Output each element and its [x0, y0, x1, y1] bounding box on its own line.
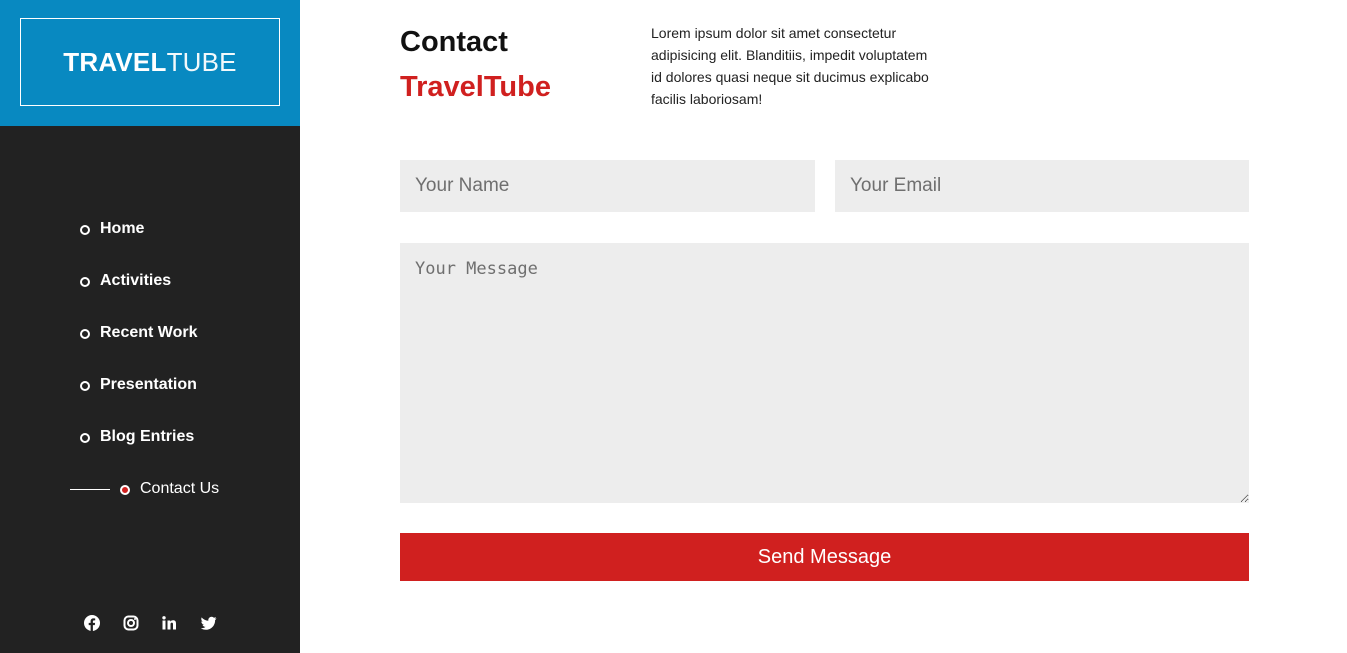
nav-item-label: Activities: [100, 272, 172, 289]
nav-item-home[interactable]: Home: [0, 204, 300, 256]
name-input[interactable]: [400, 160, 815, 212]
brand-bar: TRAVEL TUBE: [0, 0, 300, 126]
nav-item-presentation[interactable]: Presentation: [0, 360, 300, 412]
nav-item-blog-entries[interactable]: Blog Entries: [0, 412, 300, 464]
nav-item-label: Blog Entries: [100, 428, 195, 445]
page-subtitle: TravelTube: [400, 71, 551, 103]
message-textarea[interactable]: [400, 243, 1249, 503]
twitter-icon[interactable]: [197, 612, 219, 634]
nav-item-label: Presentation: [100, 376, 197, 393]
nav-item-contact-us[interactable]: Contact Us: [0, 464, 300, 516]
nav-item-label: Recent Work: [100, 324, 198, 341]
bullet-icon: [80, 277, 90, 287]
email-input[interactable]: [835, 160, 1249, 212]
active-bullet-icon: [120, 485, 130, 495]
nav-item-activities[interactable]: Activities: [0, 256, 300, 308]
bullet-icon: [80, 433, 90, 443]
instagram-icon[interactable]: [120, 612, 142, 634]
active-indicator-line: [70, 489, 110, 490]
bullet-icon: [80, 329, 90, 339]
page-title: Contact: [400, 26, 508, 58]
sidebar: TRAVEL TUBE Home Activities Recent Work P…: [0, 0, 300, 653]
main-nav: Home Activities Recent Work Presentation…: [0, 204, 300, 516]
linkedin-icon[interactable]: [158, 612, 180, 634]
brand-logo-bold: TRAVEL: [63, 46, 167, 77]
nav-item-label: Contact Us: [140, 480, 220, 497]
bullet-icon: [80, 381, 90, 391]
nav-item-label: Home: [100, 220, 145, 237]
bullet-icon: [80, 225, 90, 235]
nav-item-recent-work[interactable]: Recent Work: [0, 308, 300, 360]
brand-logo-light: TUBE: [166, 46, 237, 77]
facebook-icon[interactable]: [81, 612, 103, 634]
send-message-button[interactable]: Send Message: [400, 533, 1249, 581]
social-links: [0, 612, 300, 634]
intro-text: Lorem ipsum dolor sit amet consectetur a…: [651, 25, 929, 107]
brand-logo-link[interactable]: TRAVEL TUBE: [20, 18, 280, 106]
